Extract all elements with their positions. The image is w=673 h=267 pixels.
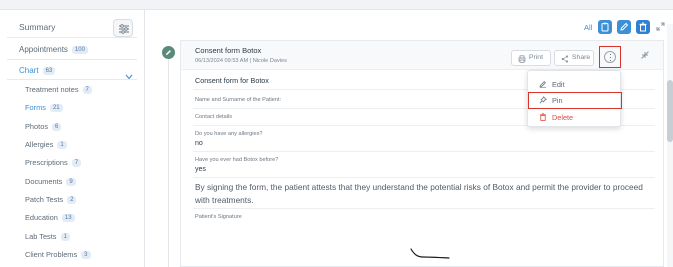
pencil-icon xyxy=(166,50,171,55)
count-badge: 13 xyxy=(61,214,75,222)
divider xyxy=(193,177,655,178)
divider xyxy=(193,151,655,152)
more-options-menu: Edit Pin Delete xyxy=(527,70,622,127)
field-label-allergies: Do you have any allergies? xyxy=(195,131,263,137)
scrollbar-track[interactable] xyxy=(667,24,673,267)
pencil-icon xyxy=(620,22,629,31)
signature-image xyxy=(410,248,450,259)
sidebar-item-allergies[interactable]: Allergies 1 xyxy=(25,140,67,149)
sidebar-item-treatment-notes[interactable]: Treatment notes 7 xyxy=(25,85,92,94)
share-label: Share xyxy=(572,54,591,61)
sidebar-item-label: Client Problems xyxy=(25,250,78,259)
filter-all-link[interactable]: All xyxy=(584,23,592,32)
sidebar-item-patch-tests[interactable]: Patch Tests 2 xyxy=(25,195,77,204)
filter-button[interactable] xyxy=(113,19,133,37)
sidebar-item-documents[interactable]: Documents 9 xyxy=(25,177,76,186)
clipboard-icon xyxy=(601,22,609,32)
consent-statement: By signing the form, the patient attests… xyxy=(195,182,643,205)
sidebar-item-label: Lab Tests xyxy=(25,232,57,241)
collapse-icon[interactable] xyxy=(641,51,649,59)
print-label: Print xyxy=(529,54,543,61)
delete-filter-button[interactable] xyxy=(636,20,650,34)
timeline-marker xyxy=(162,46,175,59)
divider xyxy=(7,79,137,80)
card-subtitle: 06/13/2024 09:53 AM | Nicole Davies xyxy=(195,58,287,64)
sidebar-item-label: Appointments xyxy=(19,45,68,54)
card-header: Consent form Botox 06/13/2024 09:53 AM |… xyxy=(181,41,663,70)
summary-label: Summary xyxy=(19,22,56,32)
count-badge: 1 xyxy=(57,141,67,149)
scrollbar-thumb[interactable] xyxy=(667,80,673,142)
count-badge: 2 xyxy=(67,196,77,204)
count-badge: 21 xyxy=(49,104,63,112)
menu-item-label: Edit xyxy=(552,80,565,89)
edit-filter-button[interactable] xyxy=(617,20,631,34)
divider xyxy=(7,59,137,60)
sidebar-item-client-problems[interactable]: Client Problems 3 xyxy=(25,250,91,259)
count-badge: 100 xyxy=(71,46,88,54)
expand-icon[interactable] xyxy=(656,22,665,31)
menu-item-delete[interactable]: Delete xyxy=(528,109,622,125)
printer-icon xyxy=(518,55,526,63)
more-vertical-icon xyxy=(604,51,616,63)
count-badge: 63 xyxy=(42,67,56,75)
count-badge: 9 xyxy=(66,178,76,186)
sidebar-item-label: Allergies xyxy=(25,140,54,149)
count-badge: 6 xyxy=(52,123,62,131)
divider xyxy=(7,37,137,38)
count-badge: 1 xyxy=(60,233,70,241)
sidebar-item-forms[interactable]: Forms 21 xyxy=(25,103,63,112)
sidebar-item-label: Prescriptions xyxy=(25,158,68,167)
menu-item-label: Pin xyxy=(552,96,563,105)
sidebar-item-label: Chart xyxy=(19,66,39,75)
sidebar-item-label: Photos xyxy=(25,122,49,131)
documents-filter-button[interactable] xyxy=(598,20,612,34)
field-value-allergies: no xyxy=(195,140,203,147)
sidebar-item-appointments[interactable]: Appointments 100 xyxy=(19,45,88,54)
sidebar-item-prescriptions[interactable]: Prescriptions 7 xyxy=(25,158,82,167)
trash-icon xyxy=(639,22,647,32)
trash-icon xyxy=(540,113,546,121)
top-bar xyxy=(0,0,673,10)
share-button[interactable]: Share xyxy=(554,50,594,66)
signature-label: Patient's Signature xyxy=(195,214,242,220)
count-badge: 7 xyxy=(82,86,92,94)
sidebar-item-label: Education xyxy=(25,213,58,222)
edit-icon xyxy=(539,81,546,88)
sidebar-item-chart[interactable]: Chart 63 xyxy=(19,66,56,75)
filter-icon xyxy=(119,24,129,34)
timeline-line xyxy=(168,52,169,267)
count-badge: 7 xyxy=(71,159,82,167)
share-icon xyxy=(561,55,569,63)
pin-icon xyxy=(539,96,547,104)
menu-item-edit[interactable]: Edit xyxy=(528,76,622,92)
sidebar-item-education[interactable]: Education 13 xyxy=(25,213,75,222)
more-options-button[interactable] xyxy=(599,46,621,68)
menu-item-pin[interactable]: Pin xyxy=(528,92,622,109)
menu-item-label: Delete xyxy=(552,113,574,122)
divider xyxy=(193,208,655,209)
print-button[interactable]: Print xyxy=(511,50,551,66)
sidebar-item-label: Forms xyxy=(25,103,46,112)
field-value-botox-history: yes xyxy=(195,166,206,173)
sidebar-item-lab-tests[interactable]: Lab Tests 1 xyxy=(25,232,70,241)
sidebar-item-label: Patch Tests xyxy=(25,195,64,204)
sidebar: Summary Appointments 100 Chart 63 Treatmen… xyxy=(0,10,145,267)
count-badge: 3 xyxy=(81,251,91,259)
sidebar-item-photos[interactable]: Photos 6 xyxy=(25,122,62,131)
card-title: Consent form Botox xyxy=(195,46,262,55)
field-label-botox-history: Have you ever had Botox before? xyxy=(195,157,279,163)
sidebar-item-label: Documents xyxy=(25,177,63,186)
sidebar-item-label: Treatment notes xyxy=(25,85,79,94)
